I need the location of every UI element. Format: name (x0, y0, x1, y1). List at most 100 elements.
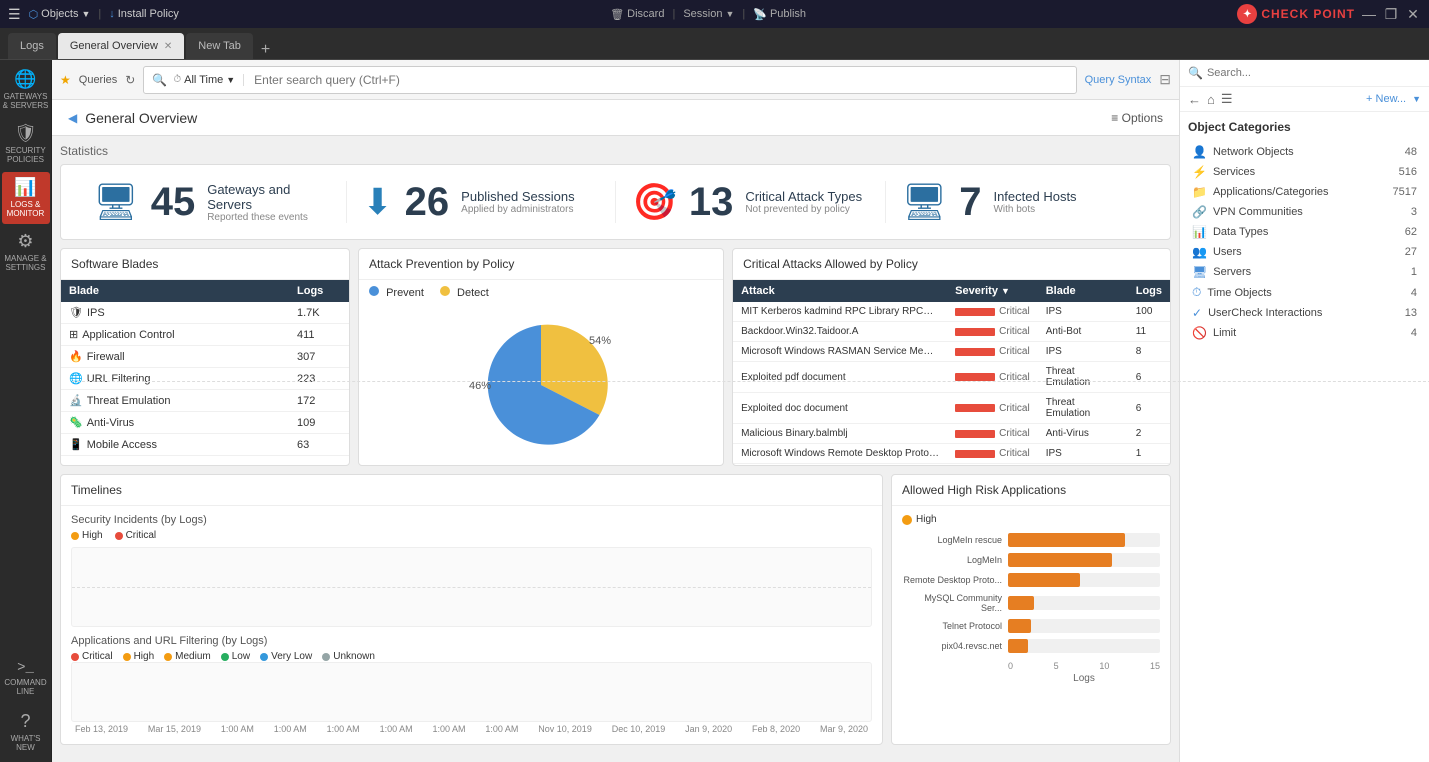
obj-cat-label: VPN Communities (1213, 206, 1303, 218)
tab-general-overview[interactable]: General Overview ✕ (58, 33, 184, 59)
table-row[interactable]: 🛡IPS1.7K (61, 302, 349, 324)
export-icon[interactable]: ⊟ (1159, 71, 1171, 88)
table-row[interactable]: Malicious Binary.balmblj Critical Anti-V… (733, 424, 1170, 444)
right-back-btn[interactable]: ← (1188, 92, 1201, 107)
bar-row: LogMeIn (902, 553, 1160, 567)
object-category-item[interactable]: 👤 Network Objects 48 (1188, 142, 1421, 162)
tab-new[interactable]: New Tab (186, 33, 253, 59)
obj-cat-count: 62 (1405, 226, 1417, 238)
sidebar-item-manage[interactable]: ⚙ MANAGE & SETTINGS (2, 226, 50, 278)
bar-row: MySQL Community Ser... (902, 593, 1160, 613)
tab-logs[interactable]: Logs (8, 33, 56, 59)
object-category-item[interactable]: 📁 Applications/Categories 7517 (1188, 182, 1421, 202)
options-btn[interactable]: ≡ Options (1111, 111, 1163, 125)
query-syntax-link[interactable]: Query Syntax (1085, 74, 1152, 86)
refresh-icon[interactable]: ↻ (125, 73, 135, 87)
star-icon[interactable]: ★ (60, 73, 71, 87)
object-category-item[interactable]: 📊 Data Types 62 (1188, 222, 1421, 242)
table-row[interactable]: Exploited doc document Critical Threat E… (733, 393, 1170, 424)
critical-panel: Critical Attacks Allowed by Policy Attac… (732, 248, 1171, 466)
high-legend: High (71, 530, 103, 541)
timeline1-dashed (72, 587, 871, 588)
panels-row: Software Blades Blade Logs 🛡IPS1.7K⊞Appl… (60, 248, 1171, 466)
object-category-item[interactable]: 👥 Users 27 (1188, 242, 1421, 262)
object-category-item[interactable]: 🔗 VPN Communities 3 (1188, 202, 1421, 222)
object-category-item[interactable]: 🖥 Servers 1 (1188, 262, 1421, 282)
search-input[interactable] (254, 73, 1067, 87)
whatsnew-label: WHAT'S NEW (2, 735, 50, 753)
menu-icon[interactable]: ☰ (8, 6, 21, 23)
add-tab-btn[interactable]: + (255, 41, 276, 59)
obj-cat-icon: 🔗 (1192, 205, 1207, 219)
object-category-item[interactable]: 🚫 Limit 4 (1188, 323, 1421, 343)
table-row[interactable]: 🌐URL Filtering223 (61, 368, 349, 390)
bar-track (1008, 573, 1160, 587)
sidebar-item-logs[interactable]: 📊 LOGS & MONITOR (2, 172, 50, 224)
restore-btn[interactable]: ❐ (1383, 6, 1399, 22)
object-category-item[interactable]: ⏱ Time Objects 4 (1188, 282, 1421, 303)
obj-cat-count: 4 (1411, 327, 1417, 339)
obj-cat-icon: ✓ (1192, 306, 1202, 320)
right-home-btn[interactable]: ⌂ (1207, 92, 1215, 107)
logs-label: LOGS & MONITOR (2, 201, 50, 219)
sidebar-item-whatsnew[interactable]: ? WHAT'S NEW (2, 706, 50, 758)
bar-label: LogMeIn (902, 555, 1002, 565)
manage-label: MANAGE & SETTINGS (2, 255, 50, 273)
minimize-btn[interactable]: — (1361, 6, 1377, 22)
right-search-input[interactable] (1207, 67, 1421, 79)
blades-panel: Software Blades Blade Logs 🛡IPS1.7K⊞Appl… (60, 248, 350, 466)
page-header: ◀ General Overview ≡ Options (52, 100, 1179, 136)
install-policy-btn[interactable]: ↓ Install Policy (109, 8, 179, 20)
queries-btn[interactable]: Queries (79, 74, 118, 86)
blade-icon: 📱 (69, 439, 83, 451)
col-attack: Attack (733, 280, 947, 302)
gateways-icon: 🌐 (14, 69, 36, 90)
bottom-row: Timelines Security Incidents (by Logs) H… (60, 474, 1171, 745)
sidebar-item-security[interactable]: 🛡 SECURITY POLICIES (2, 118, 50, 170)
object-category-item[interactable]: ✓ UserCheck Interactions 13 (1188, 303, 1421, 323)
tab-close-icon[interactable]: ✕ (164, 41, 172, 52)
right-list-btn[interactable]: ☰ (1221, 91, 1233, 107)
obj-cat-icon: 🚫 (1192, 326, 1207, 340)
publish-btn[interactable]: 📡Publish (753, 8, 806, 21)
time-filter-btn[interactable]: ⏱ All Time ▼ (173, 74, 244, 86)
session-btn[interactable]: Session▼ (683, 8, 734, 20)
table-row[interactable]: 🦠Anti-Virus109 (61, 412, 349, 434)
sidebar-item-gateways[interactable]: 🌐 GATEWAYS & SERVERS (2, 64, 50, 116)
right-new-btn[interactable]: + New... (1366, 93, 1406, 105)
sidebar-item-cli[interactable]: >_ COMMAND LINE (2, 652, 50, 704)
pie-legend: Prevent Detect (359, 280, 723, 305)
stat-attacks: 🎯 13 Critical Attack Types Not prevented… (616, 181, 886, 223)
discard-btn[interactable]: 🗑Discard (610, 8, 664, 21)
dashboard: Statistics 🖥 45 Gateways and Servers Rep… (52, 136, 1179, 762)
table-row[interactable]: MIT Kerberos kadmind RPC Library RPCSEC_… (733, 302, 1170, 322)
bar-track (1008, 596, 1160, 610)
bar-label: Telnet Protocol (902, 621, 1002, 631)
stat-sessions-info: Published Sessions Applied by administra… (461, 189, 574, 215)
main-layout: 🌐 GATEWAYS & SERVERS 🛡 SECURITY POLICIES… (0, 60, 1429, 762)
objects-btn[interactable]: ⬡ Objects ▼ (29, 8, 91, 21)
obj-cat-count: 1 (1411, 266, 1417, 278)
table-row[interactable]: 🔬Threat Emulation172 (61, 390, 349, 412)
table-row[interactable]: 🔥Firewall307 (61, 346, 349, 368)
table-row[interactable]: Microsoft Windows RASMAN Service Memory … (733, 342, 1170, 362)
close-btn[interactable]: ✕ (1405, 6, 1421, 22)
timeline2-legend: Critical High Medium (71, 651, 872, 662)
blade-icon: 🌐 (69, 373, 83, 385)
table-row[interactable]: ⊞Application Control411 (61, 324, 349, 346)
timeline2-area (71, 662, 872, 722)
object-category-item[interactable]: ⚡ Services 516 (1188, 162, 1421, 182)
bar-row: Telnet Protocol (902, 619, 1160, 633)
back-btn[interactable]: ◀ (68, 111, 77, 125)
table-row[interactable]: Backdoor.Win32.Taidoor.A Critical Anti-B… (733, 322, 1170, 342)
obj-cat-label: Data Types (1213, 226, 1268, 238)
table-row[interactable]: 📱Mobile Access63 (61, 434, 349, 456)
right-toolbar: ← ⌂ ☰ + New... ▼ (1180, 87, 1429, 112)
cli-label: COMMAND LINE (2, 679, 50, 697)
table-row[interactable]: Microsoft Windows Remote Desktop Protoco… (733, 444, 1170, 464)
table-row[interactable]: Exploited pdf document Critical Threat E… (733, 362, 1170, 393)
hr-legend: High (902, 514, 1160, 525)
stat-gateways-num: 45 (151, 182, 196, 222)
obj-cat-count: 48 (1405, 146, 1417, 158)
tabs-bar: Logs General Overview ✕ New Tab + (0, 28, 1429, 60)
